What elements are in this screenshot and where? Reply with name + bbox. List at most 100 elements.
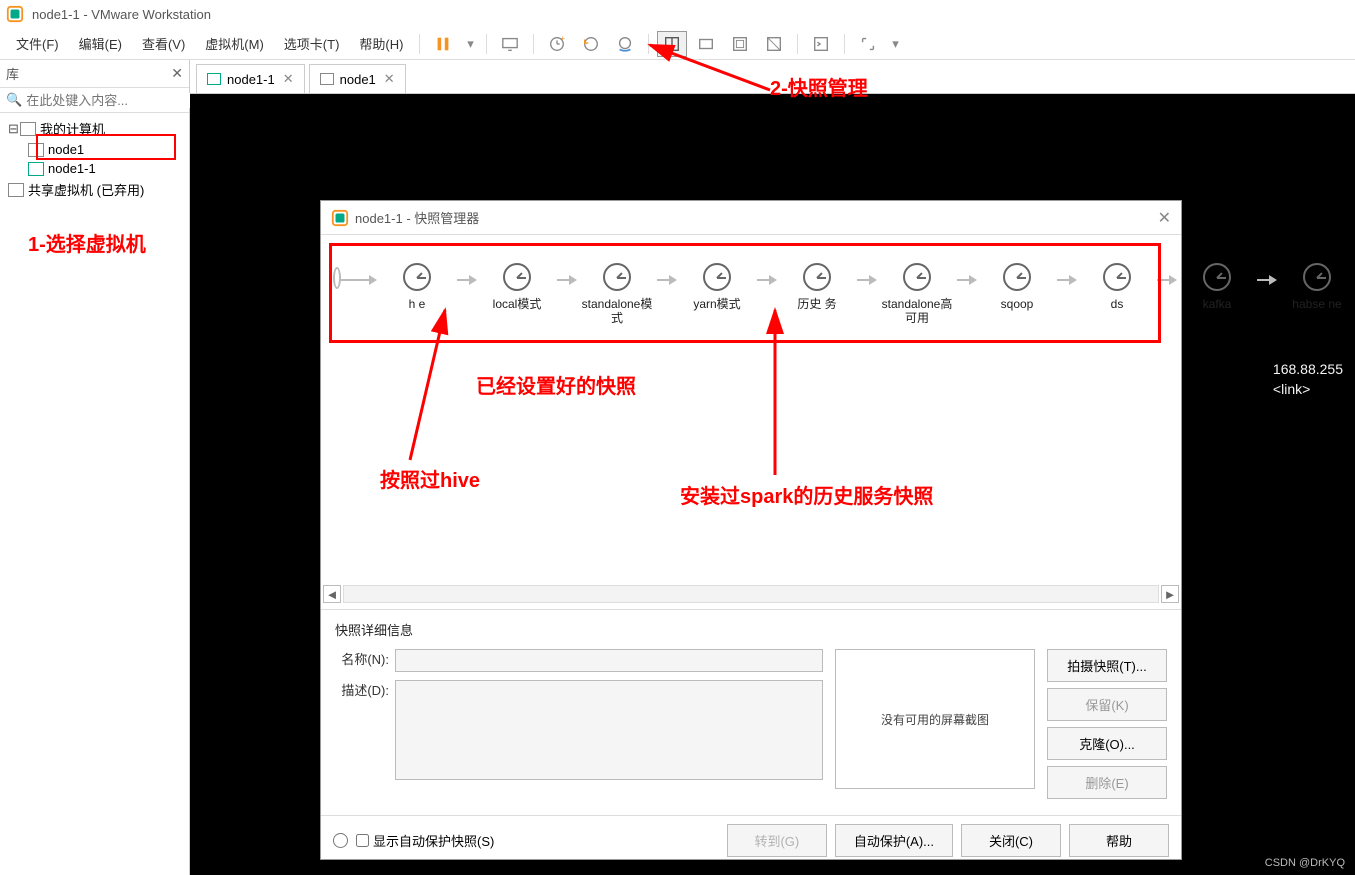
tree-root[interactable]: ⊟ 我的计算机 xyxy=(0,117,189,140)
tree-node1-1[interactable]: node1-1 xyxy=(0,159,189,178)
snapshot-node[interactable]: 历史 务 xyxy=(777,263,857,311)
dialog-close-button[interactable]: ✕ xyxy=(1158,208,1171,228)
tree-shared[interactable]: 共享虚拟机 (已弃用) xyxy=(0,178,189,201)
scroll-right-button[interactable]: ► xyxy=(1161,585,1179,603)
menu-file[interactable]: 文件(F) xyxy=(6,30,69,57)
tab-close-button[interactable]: ✕ xyxy=(283,71,294,87)
sidebar-search: 🔍 ▾ xyxy=(0,88,189,113)
delete-button[interactable]: 删除(E) xyxy=(1047,766,1167,799)
auto-protect-label: 显示自动保护快照(S) xyxy=(373,831,494,850)
dropdown-button-2[interactable]: ▾ xyxy=(887,31,903,57)
snapshot-label: local模式 xyxy=(493,297,542,311)
timeline-arrow xyxy=(757,275,777,285)
scroll-left-button[interactable]: ◄ xyxy=(323,585,341,603)
vm-running-icon xyxy=(207,73,221,85)
menu-help[interactable]: 帮助(H) xyxy=(349,30,413,57)
take-snapshot-button[interactable]: 拍摄快照(T)... xyxy=(1047,649,1167,682)
clone-button[interactable]: 克隆(O)... xyxy=(1047,727,1167,760)
goto-button[interactable]: 转到(G) xyxy=(727,824,827,857)
tab-node1-1[interactable]: node1-1 ✕ xyxy=(196,64,305,93)
search-input[interactable] xyxy=(26,93,202,108)
snapshot-node[interactable]: local模式 xyxy=(477,263,557,311)
snapshot-timeline: h e local模式 standalone模式 yarn模式历史 务 standalo… xyxy=(335,249,1167,326)
timeline-arrow xyxy=(1157,275,1177,285)
snapshot-details: 快照详细信息 名称(N): 描述(D): 没有可用的屏幕截图 拍摄快照(T)..… xyxy=(321,609,1181,815)
tab-close-button[interactable]: ✕ xyxy=(384,71,395,87)
pause-button[interactable] xyxy=(428,31,458,57)
screenshot-preview: 没有可用的屏幕截图 xyxy=(835,649,1035,789)
vm-running-icon xyxy=(28,162,44,176)
pause-icon xyxy=(434,35,452,53)
menu-vm[interactable]: 虚拟机(M) xyxy=(195,30,274,57)
clock-icon xyxy=(1303,263,1331,291)
vm-console-text: 168.88.255 <link> xyxy=(1273,360,1343,399)
sidebar-close-button[interactable]: ✕ xyxy=(171,65,183,82)
expander-icon[interactable]: ⊟ xyxy=(8,121,20,137)
snapshot-timeline-area: h e local模式 standalone模式 yarn模式历史 务 standalo… xyxy=(321,235,1181,585)
menu-tabs[interactable]: 选项卡(T) xyxy=(274,30,350,57)
dropdown-button[interactable]: ▾ xyxy=(462,31,478,57)
view-unity-button[interactable] xyxy=(759,31,789,57)
snapshot-node[interactable]: habse ne xyxy=(1277,263,1355,311)
dialog-footer: 显示自动保护快照(S) 转到(G) 自动保护(A)... 关闭(C) 帮助 xyxy=(321,815,1181,865)
library-sidebar: 库 ✕ 🔍 ▾ ⊟ 我的计算机 node1 node1-1 xyxy=(0,60,190,875)
split-view-icon xyxy=(663,35,681,53)
menu-view[interactable]: 查看(V) xyxy=(132,30,195,57)
tab-strip: node1-1 ✕ node1 ✕ xyxy=(190,60,1355,94)
snapshot-take-button[interactable]: + xyxy=(542,31,572,57)
menu-edit[interactable]: 编辑(E) xyxy=(69,30,132,57)
unity-icon xyxy=(765,35,783,53)
dialog-title-text: node1-1 - 快照管理器 xyxy=(355,208,1158,227)
snapshot-label: sqoop xyxy=(1001,297,1034,311)
snapshot-node[interactable]: standalone模式 xyxy=(577,263,657,326)
app-logo-icon xyxy=(331,209,349,227)
snapshot-revert-button[interactable] xyxy=(576,31,606,57)
help-button[interactable]: 帮助 xyxy=(1069,824,1169,857)
sidebar-header: 库 ✕ xyxy=(0,60,189,88)
app-logo-icon xyxy=(6,5,24,23)
watermark: CSDN @DrKYQ xyxy=(1265,857,1345,869)
send-ctrl-alt-del-button[interactable] xyxy=(495,31,525,57)
console-line-1: 168.88.255 xyxy=(1273,360,1343,380)
window-titlebar: node1-1 - VMware Workstation xyxy=(0,0,1355,28)
timeline-arrow xyxy=(557,275,577,285)
snapshot-manager-button[interactable] xyxy=(610,31,640,57)
tree-node1-label: node1 xyxy=(48,142,84,157)
snapshot-node[interactable]: standalone高可用 xyxy=(877,263,957,326)
close-dialog-button[interactable]: 关闭(C) xyxy=(961,824,1061,857)
snapshot-node[interactable]: ds xyxy=(1077,263,1157,311)
console-icon xyxy=(812,35,830,53)
snapshot-node[interactable]: sqoop xyxy=(977,263,1057,311)
view-stretch-button[interactable] xyxy=(853,31,883,57)
snapshot-label: ds xyxy=(1111,297,1124,311)
auto-protect-checkbox-label[interactable]: 显示自动保护快照(S) xyxy=(356,831,494,850)
auto-protect-checkbox[interactable] xyxy=(356,834,369,847)
tab-label: node1-1 xyxy=(227,72,275,87)
view-single-button[interactable] xyxy=(691,31,721,57)
console-line-2: <link> xyxy=(1273,380,1343,400)
snapshot-node[interactable]: h e xyxy=(377,263,457,311)
snapshot-name-input[interactable] xyxy=(395,649,823,672)
view-split-button[interactable] xyxy=(657,31,687,57)
clock-icon xyxy=(1003,263,1031,291)
snapshot-node[interactable]: yarn模式 xyxy=(677,263,757,311)
toolbar-separator xyxy=(797,34,798,54)
snapshot-desc-input[interactable] xyxy=(395,680,823,780)
vm-icon xyxy=(320,73,334,85)
timeline-arrow xyxy=(957,275,977,285)
clock-icon xyxy=(703,263,731,291)
tree-node1[interactable]: node1 xyxy=(0,140,189,159)
snapshot-label: standalone模式 xyxy=(577,297,657,326)
clock-icon xyxy=(803,263,831,291)
timeline-arrow xyxy=(1057,275,1077,285)
keep-button[interactable]: 保留(K) xyxy=(1047,688,1167,721)
view-console-button[interactable] xyxy=(806,31,836,57)
auto-protect-button[interactable]: 自动保护(A)... xyxy=(835,824,953,857)
tab-node1[interactable]: node1 ✕ xyxy=(309,64,406,93)
scroll-track[interactable] xyxy=(343,585,1159,603)
clock-icon xyxy=(903,263,931,291)
svg-text:+: + xyxy=(561,35,565,42)
fullscreen-icon xyxy=(731,35,749,53)
view-fullscreen-button[interactable] xyxy=(725,31,755,57)
snapshot-node[interactable]: kafka xyxy=(1177,263,1257,311)
